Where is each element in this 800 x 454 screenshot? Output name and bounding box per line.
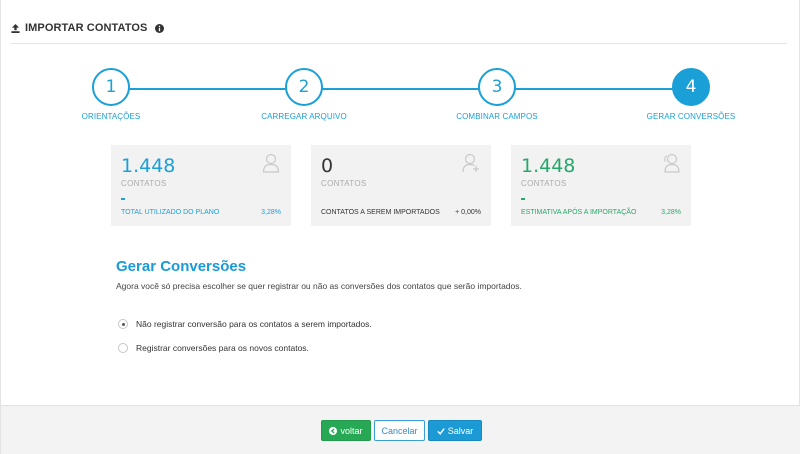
section-title: Gerar Conversões — [116, 258, 247, 275]
step-circle: 4 — [672, 68, 710, 106]
step-4[interactable]: 4 GERAR CONVERSÕES — [631, 68, 751, 121]
stat-value: 1.448 — [521, 155, 576, 177]
users-icon — [664, 153, 680, 173]
option-register-conversion[interactable]: Registrar conversões para os novos conta… — [118, 343, 309, 353]
stat-foot-label: ESTIMATIVA APÓS A IMPORTAÇÃO — [521, 209, 637, 216]
import-stepper: 1 ORIENTAÇÕES 2 CARREGAR ARQUIVO 3 COMBI… — [1, 68, 800, 128]
stat-value: 0 — [321, 155, 334, 177]
stat-unit: CONTATOS — [321, 179, 367, 188]
save-button[interactable]: Salvar — [428, 420, 482, 441]
radio-button[interactable] — [118, 343, 128, 353]
back-button[interactable]: voltar — [321, 420, 371, 441]
stat-unit: CONTATOS — [121, 179, 167, 188]
stat-foot-label: TOTAL UTILIZADO DO PLANO — [121, 209, 220, 216]
stat-value: 1.448 — [121, 155, 176, 177]
cancel-label: Cancelar — [381, 425, 418, 436]
radio-label: Não registrar conversão para os contatos… — [136, 319, 372, 329]
section-description: Agora você só precisa escolher se quer r… — [116, 281, 522, 291]
step-circle: 1 — [92, 68, 130, 106]
footer-bar: voltar Cancelar Salvar — [1, 405, 800, 454]
radio-label: Registrar conversões para os novos conta… — [136, 343, 309, 353]
stepper-line — [112, 88, 691, 90]
info-icon[interactable] — [154, 23, 164, 33]
page-title: IMPORTAR CONTATOS — [25, 22, 148, 34]
stat-dash — [521, 198, 525, 200]
stat-card-to-import: 0 CONTATOS CONTATOS A SEREM IMPORTADOS +… — [311, 145, 491, 226]
back-label: voltar — [340, 425, 363, 436]
stat-card-estimate: 1.448 CONTATOS ESTIMATIVA APÓS A IMPORTA… — [511, 145, 691, 226]
step-label: COMBINAR CAMPOS — [456, 112, 538, 121]
step-circle: 2 — [285, 68, 323, 106]
upload-icon — [11, 23, 20, 33]
stat-foot-label: CONTATOS A SEREM IMPORTADOS — [321, 209, 440, 216]
check-icon — [437, 427, 445, 435]
stat-foot-value: 3,28% — [661, 209, 681, 216]
stat-foot-value: 3,28% — [261, 209, 281, 216]
stat-unit: CONTATOS — [521, 179, 567, 188]
radio-button[interactable] — [118, 319, 128, 329]
user-add-icon — [462, 153, 479, 173]
import-panel: IMPORTAR CONTATOS 1 ORIENTAÇÕES 2 CARREG… — [0, 0, 800, 454]
user-icon — [262, 153, 280, 173]
stat-card-plan-usage: 1.448 CONTATOS TOTAL UTILIZADO DO PLANO … — [111, 145, 291, 226]
save-label: Salvar — [447, 425, 474, 436]
stat-dash — [121, 198, 125, 200]
step-label: CARREGAR ARQUIVO — [261, 112, 347, 121]
option-no-conversion[interactable]: Não registrar conversão para os contatos… — [118, 319, 372, 329]
step-2[interactable]: 2 CARREGAR ARQUIVO — [244, 68, 364, 121]
step-3[interactable]: 3 COMBINAR CAMPOS — [437, 68, 557, 121]
cancel-button[interactable]: Cancelar — [374, 420, 425, 441]
header-divider — [11, 43, 787, 44]
step-label: ORIENTAÇÕES — [81, 112, 141, 121]
arrow-left-icon — [329, 426, 338, 435]
step-1[interactable]: 1 ORIENTAÇÕES — [51, 68, 171, 121]
panel-header: IMPORTAR CONTATOS — [11, 18, 164, 38]
step-circle: 3 — [478, 68, 516, 106]
step-label: GERAR CONVERSÕES — [646, 112, 736, 121]
stat-foot-value: + 0,00% — [455, 209, 481, 216]
